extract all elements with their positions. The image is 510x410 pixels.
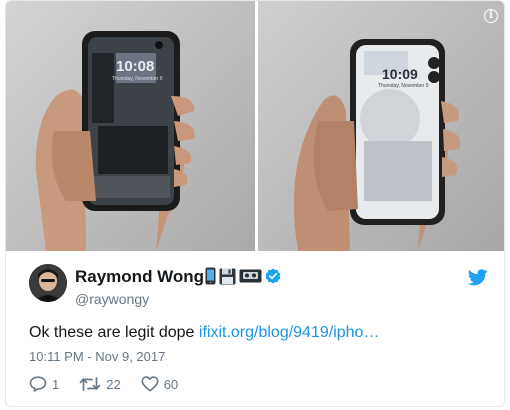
right-screen-date: Thursday, November 9 [378, 83, 429, 89]
retweet-button[interactable]: 22 [79, 376, 121, 392]
retweet-count: 22 [106, 376, 121, 392]
author-name[interactable]: Raymond Wong [75, 267, 204, 287]
avatar-image [29, 264, 67, 302]
heart-icon [141, 376, 159, 392]
tweet-link[interactable]: ifixit.org/blog/9419/ipho… [199, 324, 380, 341]
like-button[interactable]: 60 [141, 376, 178, 392]
videocassette-icon [239, 269, 262, 283]
mobile-phone-icon [205, 267, 216, 285]
twitter-bird-icon[interactable] [468, 269, 488, 286]
photo-left[interactable]: 10:08 Thursday, November 9 [6, 1, 255, 251]
floppy-disk-icon [219, 268, 236, 284]
author-handle[interactable]: @raywongy [75, 291, 149, 307]
hand-holding-phone-illustration [293, 39, 461, 251]
tweet-actions: 1 22 60 [29, 374, 198, 394]
info-icon[interactable]: i [484, 9, 498, 23]
author-name-emojis [205, 266, 281, 286]
reply-count: 1 [52, 376, 60, 392]
tweet-body: Ok these are legit dope [29, 324, 195, 341]
like-count: 60 [163, 376, 179, 392]
reply-button[interactable]: 1 [29, 376, 59, 392]
right-screen-time: 10:09 [382, 66, 418, 82]
verified-badge-icon [265, 268, 281, 284]
tweet-timestamp[interactable]: 10:11 PM - Nov 9, 2017 [29, 349, 165, 364]
photo-right[interactable]: 10:09 Thursday, November 9 [258, 1, 504, 251]
left-screen-date: Thursday, November 9 [112, 76, 163, 82]
tweet-media[interactable]: 10:08 Thursday, November 9 10:09 Thursda… [6, 1, 504, 251]
reply-icon [29, 376, 47, 392]
tweet-card: 10:08 Thursday, November 9 10:09 Thursda… [5, 0, 505, 407]
avatar[interactable] [29, 264, 67, 302]
tweet-text: Ok these are legit dope ifixit.org/blog/… [29, 324, 379, 342]
retweet-icon [79, 377, 101, 391]
left-screen-time: 10:08 [116, 58, 155, 75]
hand-holding-phone-illustration [35, 31, 195, 251]
